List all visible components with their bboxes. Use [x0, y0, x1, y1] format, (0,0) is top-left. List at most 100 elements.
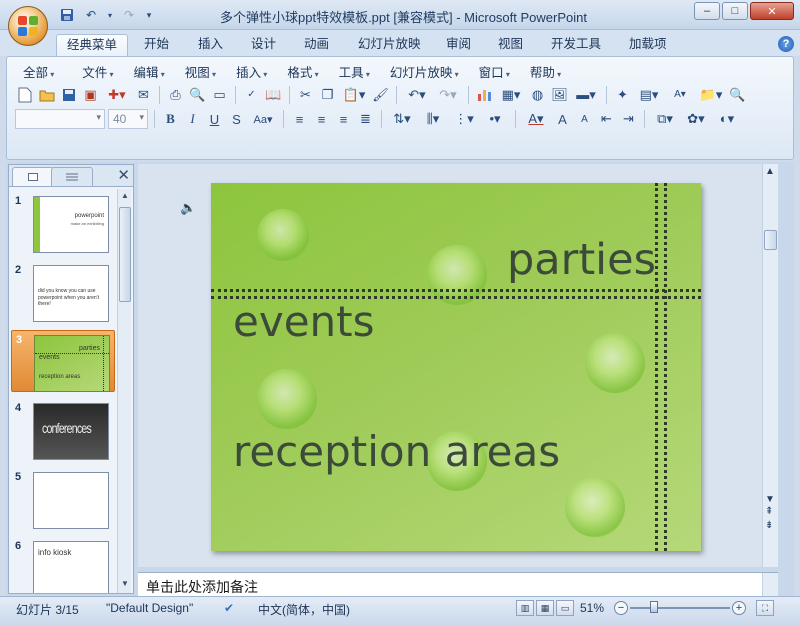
save-icon[interactable]: [58, 7, 76, 23]
menu-view[interactable]: 视图: [175, 62, 226, 81]
folder-icon[interactable]: 📁▾: [697, 85, 725, 104]
close-button[interactable]: ✕: [750, 2, 794, 20]
office-button[interactable]: [8, 6, 48, 46]
save-toolbar-icon[interactable]: [59, 85, 78, 104]
slide-text-parties[interactable]: parties: [507, 235, 656, 285]
format-painter-icon[interactable]: 🖌: [371, 85, 390, 104]
tab-design[interactable]: 设计: [241, 34, 286, 56]
tab-outline[interactable]: [51, 167, 93, 186]
fit-to-window-icon[interactable]: ⛶: [756, 600, 774, 616]
tab-insert[interactable]: 插入: [188, 34, 233, 56]
menu-file[interactable]: 文件: [72, 62, 123, 81]
zoom-level[interactable]: 51%: [580, 601, 604, 615]
slide-thumbnail[interactable]: 2 did you know you can use powerpoint wh…: [11, 261, 115, 323]
numbering-icon[interactable]: ⋮▾: [450, 110, 478, 129]
open-folder-icon[interactable]: [37, 85, 56, 104]
slide-sorter-icon[interactable]: ▦: [536, 600, 554, 616]
paste-icon[interactable]: 📋▾: [340, 85, 368, 104]
bold-icon[interactable]: B: [161, 110, 180, 129]
text-direction-icon[interactable]: ⇅▾: [388, 110, 416, 129]
redo-icon[interactable]: ↷: [120, 7, 138, 23]
email-icon[interactable]: ✉: [134, 85, 153, 104]
slide-thumbnail[interactable]: 1 powerpoint make an exhibiting: [11, 192, 115, 254]
shadow-icon[interactable]: S: [227, 110, 246, 129]
shrink-font-icon[interactable]: A: [575, 110, 594, 129]
scroll-thumb[interactable]: [119, 207, 131, 302]
font-color-icon[interactable]: A▾: [522, 110, 550, 129]
menu-all[interactable]: 全部: [13, 62, 64, 81]
previous-slide-icon[interactable]: ⇞: [765, 506, 773, 517]
slide-scrollbar[interactable]: ▲ ▼ ⇞ ⇟: [762, 164, 778, 567]
font-size-combo[interactable]: 40: [108, 109, 148, 129]
slide-thumbnail[interactable]: 4 conferences: [11, 399, 115, 461]
justify-icon[interactable]: ≣: [356, 110, 375, 129]
tab-review[interactable]: 审阅: [436, 34, 481, 56]
notes-scrollbar[interactable]: [762, 573, 778, 597]
tab-developer[interactable]: 开发工具: [541, 34, 611, 56]
zoom-out-icon[interactable]: −: [614, 601, 628, 615]
change-case-icon[interactable]: Aa▾: [249, 110, 277, 129]
thumbnails-scrollbar[interactable]: ▲ ▼: [117, 189, 131, 593]
scroll-up-icon[interactable]: ▲: [119, 191, 131, 203]
columns-icon[interactable]: ⫼▾: [419, 110, 447, 129]
align-right-icon[interactable]: ≡: [334, 110, 353, 129]
shape-fill-icon[interactable]: ◐▾: [713, 110, 741, 129]
export-pdf-icon[interactable]: ✚▾: [103, 85, 131, 104]
slide-text-reception-areas[interactable]: reception areas: [233, 427, 560, 476]
next-slide-icon[interactable]: ⇟: [765, 520, 773, 531]
tab-slide-show[interactable]: 幻灯片放映: [348, 34, 431, 56]
insert-clipart-icon[interactable]: ◍: [528, 85, 547, 104]
textbox-icon[interactable]: A▾: [666, 85, 694, 104]
new-slide-icon[interactable]: ✦: [613, 85, 632, 104]
increase-indent-icon[interactable]: ⇥: [619, 110, 638, 129]
menu-help[interactable]: 帮助: [520, 62, 571, 81]
insert-chart-icon[interactable]: [475, 85, 494, 104]
redo-toolbar-icon[interactable]: ↷▾: [434, 85, 462, 104]
cut-icon[interactable]: ✂: [296, 85, 315, 104]
italic-icon[interactable]: I: [183, 110, 202, 129]
tab-slides[interactable]: [12, 167, 54, 186]
new-document-icon[interactable]: [15, 85, 34, 104]
quick-styles-icon[interactable]: ✿▾: [682, 110, 710, 129]
font-name-combo[interactable]: [15, 109, 105, 129]
scroll-thumb[interactable]: [764, 230, 777, 250]
slide-thumbnail-selected[interactable]: 3 parties events reception areas: [11, 330, 115, 392]
scroll-down-icon[interactable]: ▼: [765, 494, 775, 505]
undo-icon[interactable]: ↶: [82, 7, 100, 23]
menu-window[interactable]: 窗口: [469, 62, 520, 81]
maximize-button[interactable]: □: [722, 2, 748, 20]
close-panel-icon[interactable]: ✕: [117, 166, 130, 184]
underline-icon[interactable]: U: [205, 110, 224, 129]
slide-show-icon[interactable]: ▭: [556, 600, 574, 616]
undo-dropdown-icon[interactable]: ▾: [106, 7, 114, 23]
slide-text-events[interactable]: events: [233, 297, 375, 346]
tab-addins[interactable]: 加载项: [619, 34, 677, 56]
scroll-down-icon[interactable]: ▼: [119, 579, 131, 591]
spell-check-icon[interactable]: ✔: [224, 601, 234, 615]
align-left-icon[interactable]: ≡: [290, 110, 309, 129]
undo-toolbar-icon[interactable]: ↶▾: [403, 85, 431, 104]
scroll-up-icon[interactable]: ▲: [765, 166, 775, 177]
tab-home[interactable]: 开始: [134, 34, 179, 56]
sound-icon[interactable]: 🔈: [180, 200, 196, 216]
menu-tools[interactable]: 工具: [329, 62, 380, 81]
layout-icon[interactable]: ▤▾: [635, 85, 663, 104]
notes-pane[interactable]: 单击此处添加备注: [138, 572, 778, 597]
tab-classic-menu[interactable]: 经典菜单: [56, 34, 129, 56]
print-icon[interactable]: ⎙: [166, 85, 185, 104]
slide-thumbnail[interactable]: 5: [11, 468, 115, 530]
insert-table-icon[interactable]: ▦▾: [497, 85, 525, 104]
tab-view[interactable]: 视图: [488, 34, 533, 56]
zoom-slider-knob[interactable]: [650, 601, 658, 613]
insert-picture-icon[interactable]: 🖼: [550, 85, 569, 104]
bullets-icon[interactable]: •▾: [481, 110, 509, 129]
print-preview-icon[interactable]: 🔍: [188, 85, 207, 104]
permission-icon[interactable]: ▣: [81, 85, 100, 104]
menu-format[interactable]: 格式: [277, 62, 328, 81]
decrease-indent-icon[interactable]: ⇤: [597, 110, 616, 129]
normal-view-icon[interactable]: ▥: [516, 600, 534, 616]
tab-animations[interactable]: 动画: [294, 34, 339, 56]
language-indicator[interactable]: 中文(简体，中国): [258, 601, 350, 618]
customize-qat-icon[interactable]: ▾: [144, 7, 154, 23]
menu-insert[interactable]: 插入: [226, 62, 277, 81]
